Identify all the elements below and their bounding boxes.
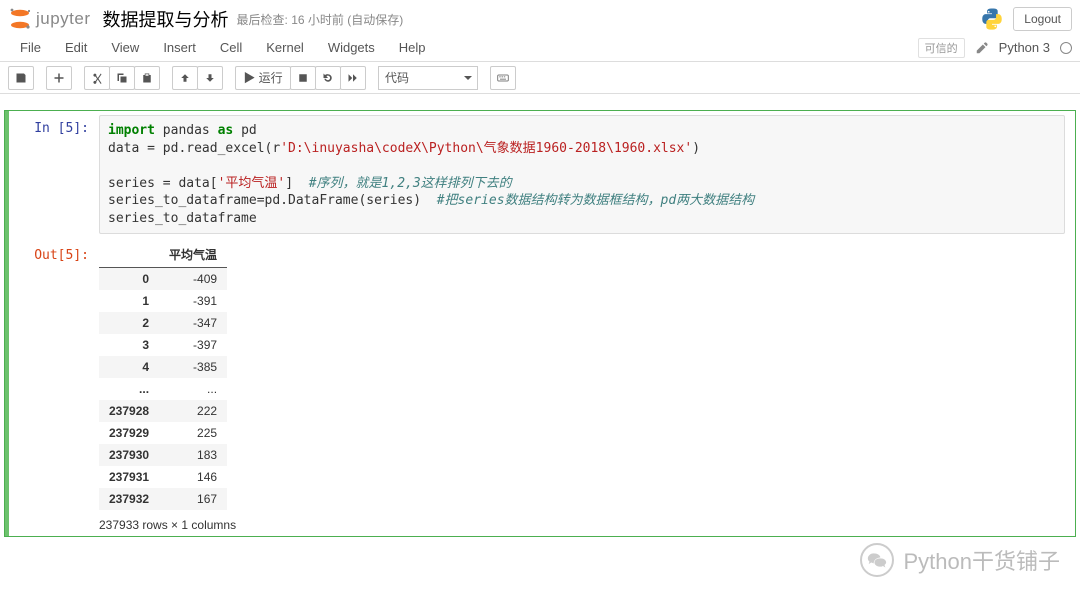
pencil-icon[interactable] bbox=[975, 41, 989, 55]
restart-icon bbox=[322, 72, 334, 84]
command-palette-button[interactable] bbox=[490, 66, 516, 90]
menu-kernel[interactable]: Kernel bbox=[254, 36, 316, 59]
table-row: 2-347 bbox=[99, 312, 227, 334]
move-down-button[interactable] bbox=[197, 66, 223, 90]
celltype-select[interactable]: 代码 bbox=[378, 66, 478, 90]
input-area: In [5]: import pandas as pd data = pd.re… bbox=[9, 115, 1075, 234]
table-row: 1-391 bbox=[99, 290, 227, 312]
run-button[interactable]: ▶ 运行 bbox=[235, 66, 291, 90]
kernel-name[interactable]: Python 3 bbox=[999, 40, 1050, 55]
table-row: 3-397 bbox=[99, 334, 227, 356]
table-row: 237931146 bbox=[99, 466, 227, 488]
input-prompt: In [5]: bbox=[9, 115, 99, 234]
table-row: 0-409 bbox=[99, 268, 227, 291]
toolbar: ▶ 运行 代码 bbox=[0, 62, 1080, 94]
jupyter-logo[interactable]: jupyter bbox=[8, 7, 91, 31]
restart-button[interactable] bbox=[315, 66, 341, 90]
stop-icon bbox=[297, 72, 309, 84]
trusted-indicator[interactable]: 可信的 bbox=[918, 38, 965, 58]
dataframe-table: 平均气温 0-409 1-391 2-347 3-397 4-385 .....… bbox=[99, 242, 227, 510]
output-area: Out[5]: 平均气温 0-409 1-391 2-347 bbox=[9, 242, 1075, 532]
kernel-status-icon bbox=[1060, 42, 1072, 54]
notebook-header: jupyter 数据提取与分析 最后检查: 16 小时前 (自动保存) Logo… bbox=[0, 0, 1080, 34]
code-editor[interactable]: import pandas as pd data = pd.read_excel… bbox=[99, 115, 1065, 234]
interrupt-button[interactable] bbox=[290, 66, 316, 90]
copy-button[interactable] bbox=[109, 66, 135, 90]
dataframe-shape: 237933 rows × 1 columns bbox=[99, 518, 236, 532]
cut-button[interactable] bbox=[84, 66, 110, 90]
table-row: 4-385 bbox=[99, 356, 227, 378]
jupyter-text: jupyter bbox=[36, 9, 91, 29]
fast-forward-icon bbox=[347, 72, 359, 84]
output-prompt: Out[5]: bbox=[9, 242, 99, 532]
keyboard-icon bbox=[497, 72, 509, 84]
add-cell-button[interactable] bbox=[46, 66, 72, 90]
menu-cell[interactable]: Cell bbox=[208, 36, 254, 59]
copy-icon bbox=[116, 72, 128, 84]
celltype-dropdown[interactable]: 代码 bbox=[378, 66, 478, 90]
notebook-container: In [5]: import pandas as pd data = pd.re… bbox=[0, 94, 1080, 557]
arrow-down-icon bbox=[204, 72, 216, 84]
plus-icon bbox=[53, 72, 65, 84]
save-icon bbox=[15, 72, 27, 84]
python-logo-icon bbox=[979, 6, 1005, 32]
table-row: 237929225 bbox=[99, 422, 227, 444]
paste-button[interactable] bbox=[134, 66, 160, 90]
menu-view[interactable]: View bbox=[99, 36, 151, 59]
arrow-up-icon bbox=[179, 72, 191, 84]
code-cell-selected[interactable]: In [5]: import pandas as pd data = pd.re… bbox=[4, 110, 1076, 537]
jupyter-icon bbox=[8, 7, 32, 31]
move-up-button[interactable] bbox=[172, 66, 198, 90]
paste-icon bbox=[141, 72, 153, 84]
menu-help[interactable]: Help bbox=[387, 36, 438, 59]
save-button[interactable] bbox=[8, 66, 34, 90]
menubar: File Edit View Insert Cell Kernel Widget… bbox=[0, 34, 1080, 62]
restart-run-all-button[interactable] bbox=[340, 66, 366, 90]
table-row: 237932167 bbox=[99, 488, 227, 510]
notebook-title[interactable]: 数据提取与分析 bbox=[103, 6, 229, 32]
table-row: 237930183 bbox=[99, 444, 227, 466]
table-row: 237928222 bbox=[99, 400, 227, 422]
menu-edit[interactable]: Edit bbox=[53, 36, 99, 59]
menu-widgets[interactable]: Widgets bbox=[316, 36, 387, 59]
save-status: 最后检查: 16 小时前 (自动保存) bbox=[237, 11, 404, 28]
menu-insert[interactable]: Insert bbox=[151, 36, 208, 59]
column-header: 平均气温 bbox=[159, 242, 227, 268]
table-row-ellipsis: ...... bbox=[99, 378, 227, 400]
table-corner bbox=[99, 242, 159, 268]
logout-button[interactable]: Logout bbox=[1013, 7, 1072, 31]
scissors-icon bbox=[91, 72, 103, 84]
menu-file[interactable]: File bbox=[8, 36, 53, 59]
